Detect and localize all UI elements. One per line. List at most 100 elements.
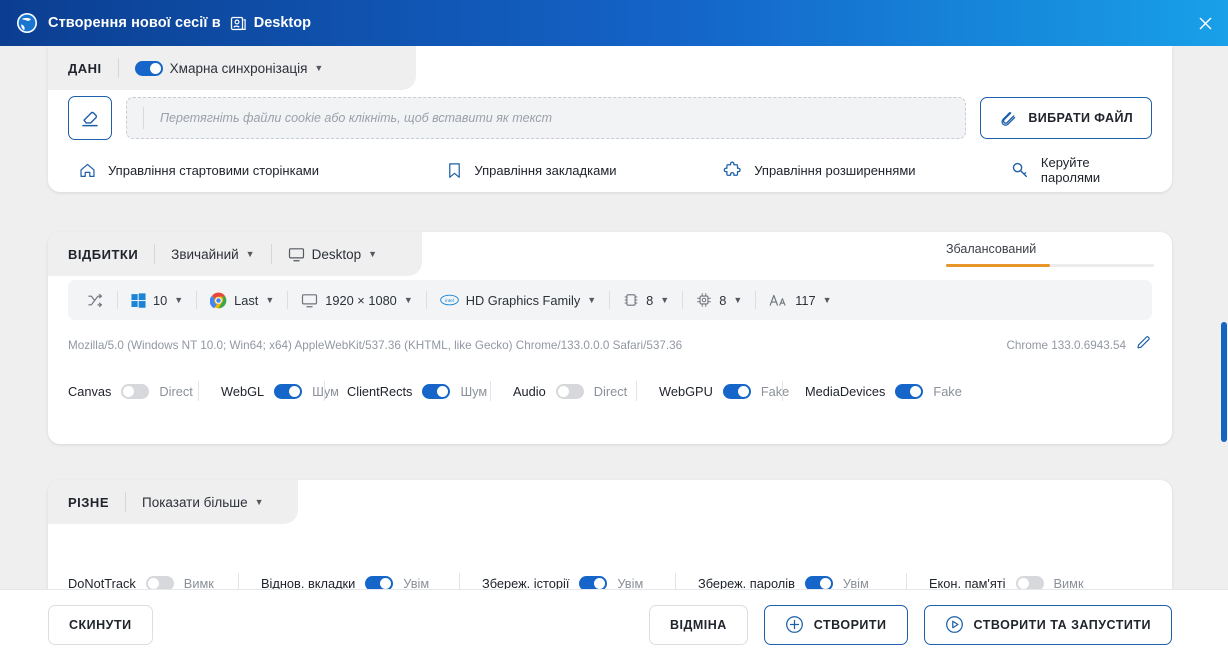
divider: [270, 244, 272, 264]
misc-card: РІЗНЕ Показати більше ▼ DoNotTrack Вимк …: [48, 480, 1172, 589]
manage-extensions-link[interactable]: Управління розширеннями: [723, 160, 1010, 180]
reset-button[interactable]: СКИНУТИ: [48, 604, 153, 645]
cloud-sync-switch[interactable]: [134, 60, 163, 76]
misc-section-header: РІЗНЕ Показати більше ▼: [48, 480, 298, 524]
flag-audio-name: Audio: [513, 383, 546, 399]
manage-passwords-link[interactable]: Керуйте паролями: [1010, 155, 1152, 185]
chip-fonts-label: 117: [795, 292, 816, 308]
cloud-sync-toggle-group[interactable]: Хмарна синхронізація ▼: [134, 60, 323, 76]
balanced-indicator: Збалансований: [946, 232, 1154, 267]
chevron-down-icon[interactable]: ▼: [368, 249, 377, 259]
create-button[interactable]: СТВОРИТИ: [763, 604, 908, 645]
vertical-scrollbar[interactable]: [1220, 46, 1228, 589]
footer-actions: ВІДМІНА СТВОРИТИ СТВОРИТИ ТА ЗАПУСТИТИ: [648, 604, 1172, 645]
create-and-run-label: СТВОРИТИ ТА ЗАПУСТИТИ: [973, 617, 1151, 632]
chip-cpu[interactable]: 8 ▼: [683, 286, 755, 314]
eraser-icon: [82, 111, 98, 127]
flag-canvas: Canvas Direct: [68, 383, 198, 399]
chevron-down-icon[interactable]: ▼: [265, 295, 274, 305]
monitor-icon: [288, 247, 304, 261]
flag-clientrects-name: ClientRects: [347, 383, 413, 399]
flag-webgl-switch[interactable]: [274, 383, 303, 399]
intel-icon: intel: [439, 294, 459, 306]
flag-webgpu: WebGPU Fake: [637, 383, 789, 399]
reset-label: СКИНУТИ: [69, 617, 132, 632]
chevron-down-icon[interactable]: ▼: [404, 295, 413, 305]
flag-restore-tabs-value: Увім: [403, 575, 430, 590]
pick-file-label: ВИБРАТИ ФАЙЛ: [1028, 111, 1133, 125]
data-section-title: ДАНІ: [68, 60, 102, 76]
flag-memory-saver-name: Екон. пам'яті: [929, 575, 1006, 590]
flag-audio-switch[interactable]: [555, 383, 584, 399]
chip-browser[interactable]: Last ▼: [197, 286, 287, 314]
fingerprints-section-header: ВІДБИТКИ Звичайний ▼ Desktop ▼: [48, 232, 422, 276]
data-section-header: ДАНІ Хмарна синхронізація ▼: [48, 46, 416, 90]
chip-gpu[interactable]: intel HD Graphics Family ▼: [427, 286, 609, 314]
chevron-down-icon[interactable]: ▼: [314, 63, 323, 73]
fingerprints-card: ВІДБИТКИ Звичайний ▼ Desktop ▼ Збалансов…: [48, 232, 1172, 444]
flag-canvas-value: Direct: [159, 383, 193, 399]
flag-canvas-switch[interactable]: [121, 383, 150, 399]
shuffle-icon: [88, 293, 103, 307]
pick-file-button[interactable]: ВИБРАТИ ФАЙЛ: [980, 97, 1152, 139]
windows-icon: [131, 292, 146, 308]
flag-donottrack: DoNotTrack Вимк: [68, 575, 238, 589]
chip-ram[interactable]: 8 ▼: [610, 286, 682, 314]
manage-startpages-link[interactable]: Управління стартовими сторінками: [68, 161, 446, 180]
chevron-down-icon[interactable]: ▼: [587, 295, 596, 305]
fingerprint-mode-dropdown[interactable]: Звичайний ▼: [171, 247, 254, 262]
cookie-drop-zone[interactable]: Перетягніть файли cookie або клікніть, щ…: [126, 97, 967, 139]
flag-save-passwords-switch[interactable]: [804, 575, 833, 589]
chip-resolution[interactable]: 1920 × 1080 ▼: [288, 286, 425, 314]
flag-webgpu-switch[interactable]: [722, 383, 751, 399]
plus-circle-icon: [785, 616, 803, 633]
platform-label: Desktop: [311, 246, 362, 262]
fingerprint-flags-row: Canvas Direct WebGL Шум ClientRects Шум: [68, 374, 1152, 408]
flag-restore-tabs-name: Віднов. вкладки: [261, 575, 356, 590]
chip-ram-label: 8: [646, 292, 654, 308]
chevron-down-icon[interactable]: ▼: [255, 497, 264, 507]
flag-audio: Audio Direct: [491, 383, 636, 399]
flag-memory-saver-switch[interactable]: [1015, 575, 1044, 589]
title-bar: Створення нової сесії в Desktop: [0, 0, 1228, 46]
balanced-progress-track: [946, 264, 1154, 267]
flag-save-history-value: Увім: [617, 575, 644, 590]
create-and-run-button[interactable]: СТВОРИТИ ТА ЗАПУСТИТИ: [923, 604, 1172, 645]
flag-restore-tabs-switch[interactable]: [365, 575, 394, 589]
platform-dropdown[interactable]: Desktop ▼: [288, 246, 377, 263]
close-button[interactable]: [1182, 0, 1228, 46]
paperclip-icon: [1001, 111, 1016, 126]
manage-extensions-label: Управління розширеннями: [754, 162, 916, 178]
scrollbar-thumb[interactable]: [1221, 322, 1227, 442]
cancel-button[interactable]: ВІДМІНА: [648, 604, 748, 645]
chip-shuffle[interactable]: [74, 286, 117, 314]
manage-bookmarks-link[interactable]: Управління закладками: [446, 161, 723, 180]
chevron-down-icon[interactable]: ▼: [246, 249, 255, 259]
chip-os-label: 10: [153, 292, 168, 308]
flag-mediadevices-value: Fake: [933, 383, 962, 399]
divider: [143, 107, 144, 129]
chip-gpu-label: HD Graphics Family: [465, 292, 581, 308]
flag-memory-saver: Екон. пам'яті Вимк: [907, 575, 1084, 590]
erase-cookies-button[interactable]: [68, 96, 112, 140]
edit-user-agent-button[interactable]: [1135, 334, 1152, 356]
data-card: ДАНІ Хмарна синхронізація ▼ Перетягніть …: [48, 46, 1172, 192]
manage-startpages-label: Управління стартовими сторінками: [108, 162, 320, 178]
flag-save-history-switch[interactable]: [579, 575, 608, 589]
show-more-dropdown[interactable]: Показати більше ▼: [142, 495, 264, 510]
chevron-down-icon[interactable]: ▼: [733, 295, 742, 305]
flag-mediadevices-switch[interactable]: [895, 383, 924, 399]
fonts-icon: [769, 294, 786, 306]
chevron-down-icon[interactable]: ▼: [660, 295, 669, 305]
browser-version: Chrome 133.0.6943.54: [1006, 338, 1126, 352]
chevron-down-icon[interactable]: ▼: [174, 295, 183, 305]
flag-clientrects-value: Шум: [460, 383, 488, 399]
chip-os[interactable]: 10 ▼: [118, 286, 196, 314]
user-agent-row: Mozilla/5.0 (Windows NT 10.0; Win64; x64…: [68, 332, 1152, 358]
flag-save-passwords-name: Збереж. паролів: [698, 575, 795, 590]
chevron-down-icon[interactable]: ▼: [823, 295, 832, 305]
chip-fonts[interactable]: 117 ▼: [756, 286, 844, 314]
flag-webgpu-name: WebGPU: [659, 383, 713, 399]
flag-clientrects-switch[interactable]: [422, 383, 451, 399]
flag-donottrack-switch[interactable]: [145, 575, 174, 589]
